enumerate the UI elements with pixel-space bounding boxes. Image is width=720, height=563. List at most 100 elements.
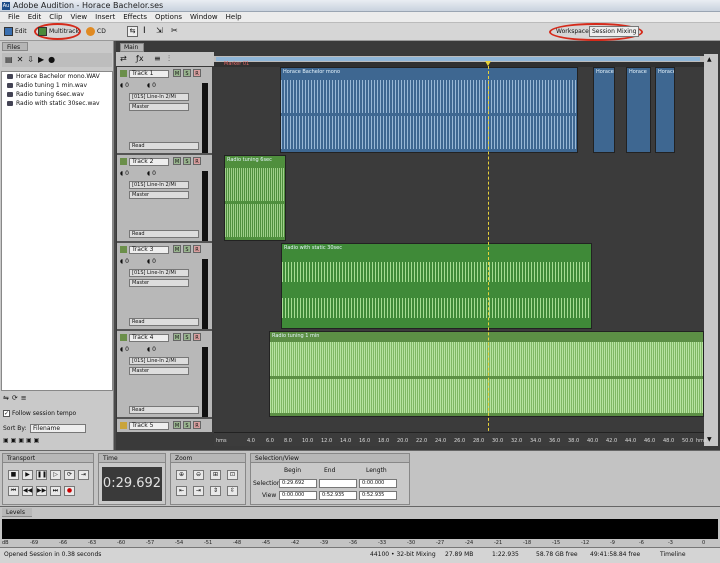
timeline-ruler[interactable]: hms 4.0 6.0 8.0 10.0 12.0 14.0 16.0 18.0… bbox=[214, 432, 707, 446]
list-icon[interactable]: ≡ bbox=[21, 394, 30, 402]
import-file-icon[interactable]: ▤ bbox=[5, 55, 17, 64]
volume-knob-icon[interactable]: ◖ 0 bbox=[120, 170, 129, 177]
sends-icon[interactable]: ≡ bbox=[154, 54, 161, 63]
selection-end-field[interactable] bbox=[319, 479, 357, 488]
track-3-name[interactable]: Track 3 bbox=[129, 246, 169, 254]
output-select[interactable]: Master bbox=[129, 103, 189, 111]
tab-files[interactable]: Files bbox=[2, 42, 28, 51]
mute-button[interactable]: M bbox=[173, 245, 181, 253]
close-file-icon[interactable]: ✕ bbox=[17, 55, 28, 64]
go-to-end-button[interactable]: ⏭ bbox=[50, 486, 61, 496]
selection-length-field[interactable]: 0:00.000 bbox=[359, 479, 397, 488]
play-icon[interactable]: ▶ bbox=[38, 55, 48, 64]
input-select[interactable]: [01S] Line-In 2/Mi bbox=[129, 181, 189, 189]
volume-knob-icon[interactable]: ◖ 0 bbox=[120, 346, 129, 353]
record-arm-button[interactable]: R bbox=[193, 421, 201, 429]
track-1-name[interactable]: Track 1 bbox=[129, 70, 169, 78]
menu-edit[interactable]: Edit bbox=[24, 12, 46, 22]
multitrack-view-button[interactable]: Multitrack bbox=[49, 26, 79, 38]
audio-clip[interactable]: Radio with static 30sec bbox=[281, 243, 592, 329]
tab-zoom[interactable]: Zoom bbox=[171, 454, 245, 463]
output-select[interactable]: Master bbox=[129, 367, 189, 375]
record-button[interactable]: ● bbox=[64, 486, 75, 496]
file-item[interactable]: Radio with static 30sec.wav bbox=[2, 99, 112, 108]
audio-clip[interactable]: Horace Bachelor mono bbox=[280, 67, 578, 153]
tab-selection-view[interactable]: Selection/View bbox=[251, 454, 409, 463]
rewind-button[interactable]: ◀◀ bbox=[22, 486, 33, 496]
automation-mode-select[interactable]: Read bbox=[129, 318, 199, 326]
pan-knob-icon[interactable]: ◖ 0 bbox=[147, 82, 156, 89]
zoom-right-edge-icon[interactable]: ⇥ bbox=[193, 486, 204, 496]
scrub-tool-icon[interactable]: ✂ bbox=[171, 26, 178, 35]
insert-icon[interactable]: ⇩ bbox=[27, 55, 38, 64]
output-select[interactable]: Master bbox=[129, 191, 189, 199]
solo-button[interactable]: S bbox=[183, 157, 191, 165]
pan-knob-icon[interactable]: ◖ 0 bbox=[147, 170, 156, 177]
solo-button[interactable]: S bbox=[183, 421, 191, 429]
view-end-field[interactable]: 0:52.935 bbox=[319, 491, 357, 500]
playhead[interactable] bbox=[488, 66, 489, 446]
automation-mode-select[interactable]: Read bbox=[129, 230, 199, 238]
move-tool-icon[interactable]: ⇆ bbox=[127, 26, 138, 37]
automation-mode-select[interactable]: Read bbox=[129, 406, 199, 414]
track-2-name[interactable]: Track 2 bbox=[129, 158, 169, 166]
record-arm-button[interactable]: R bbox=[193, 245, 201, 253]
zoom-full-icon[interactable]: ⊞ bbox=[210, 470, 221, 480]
go-to-start-button[interactable]: ⏮ bbox=[8, 486, 19, 496]
track-5-name[interactable]: Track 5 bbox=[129, 422, 169, 430]
stop-button[interactable]: ■ bbox=[8, 470, 19, 480]
zoom-selection-icon[interactable]: ⊡ bbox=[227, 470, 238, 480]
audio-clip[interactable]: Radio tuning 6sec bbox=[224, 155, 286, 241]
auto-play-icon[interactable]: ⇋ bbox=[3, 394, 12, 402]
play-button[interactable]: ▶ bbox=[22, 470, 33, 480]
view-length-field[interactable]: 0:52.935 bbox=[359, 491, 397, 500]
menu-file[interactable]: File bbox=[4, 12, 24, 22]
audio-clip[interactable]: Horace bbox=[655, 67, 675, 153]
hybrid-tool-icon[interactable]: ⇲ bbox=[156, 26, 163, 35]
time-selection-tool-icon[interactable]: I bbox=[143, 26, 146, 36]
effects-icon[interactable]: ƒx bbox=[136, 54, 144, 63]
file-item[interactable]: Radio tuning 1 min.wav bbox=[2, 81, 112, 90]
input-select[interactable]: [01S] Line-In 2/Mi bbox=[129, 357, 189, 365]
pause-button[interactable]: ❚❚ bbox=[36, 470, 47, 480]
overview-thumb[interactable] bbox=[216, 57, 700, 61]
cd-view-button[interactable]: CD bbox=[97, 26, 106, 38]
file-type-filters[interactable]: ▣▣▣▣▣ bbox=[3, 437, 41, 444]
vertical-scrollbar[interactable]: ▲ ▼ bbox=[704, 54, 718, 446]
pan-knob-icon[interactable]: ◖ 0 bbox=[147, 258, 156, 265]
menu-options[interactable]: Options bbox=[151, 12, 186, 22]
mute-button[interactable]: M bbox=[173, 69, 181, 77]
input-select[interactable]: [01S] Line-In 2/Mi bbox=[129, 269, 189, 277]
record-icon[interactable]: ● bbox=[48, 55, 59, 64]
loop-play-button[interactable]: ⟳ bbox=[64, 470, 75, 480]
file-item[interactable]: Horace Bachelor mono.WAV bbox=[2, 72, 112, 81]
menu-view[interactable]: View bbox=[67, 12, 92, 22]
menu-window[interactable]: Window bbox=[186, 12, 222, 22]
output-select[interactable]: Master bbox=[129, 279, 189, 287]
volume-knob-icon[interactable]: ◖ 0 bbox=[120, 82, 129, 89]
scroll-down-icon[interactable]: ▼ bbox=[707, 436, 712, 443]
record-arm-button[interactable]: R bbox=[193, 333, 201, 341]
mute-button[interactable]: M bbox=[173, 157, 181, 165]
menu-clip[interactable]: Clip bbox=[45, 12, 66, 22]
file-item[interactable]: Radio tuning 6sec.wav bbox=[2, 90, 112, 99]
audio-clip[interactable]: Horace bbox=[593, 67, 615, 153]
tab-time[interactable]: Time bbox=[99, 454, 165, 463]
record-arm-button[interactable]: R bbox=[193, 69, 201, 77]
volume-knob-icon[interactable]: ◖ 0 bbox=[120, 258, 129, 265]
tab-levels[interactable]: Levels bbox=[2, 508, 32, 517]
menu-insert[interactable]: Insert bbox=[91, 12, 119, 22]
solo-button[interactable]: S bbox=[183, 245, 191, 253]
zoom-out-horizontal-icon[interactable]: ⊖ bbox=[193, 470, 204, 480]
tab-transport[interactable]: Transport bbox=[3, 454, 93, 463]
edit-view-button[interactable]: Edit bbox=[15, 26, 27, 38]
fast-forward-button[interactable]: ▶▶ bbox=[36, 486, 47, 496]
play-from-cursor-button[interactable]: ▷ bbox=[50, 470, 61, 480]
zoom-in-horizontal-icon[interactable]: ⊕ bbox=[176, 470, 187, 480]
pan-knob-icon[interactable]: ◖ 0 bbox=[147, 346, 156, 353]
sort-by-select[interactable]: Filename bbox=[30, 424, 86, 433]
solo-button[interactable]: S bbox=[183, 69, 191, 77]
mute-button[interactable]: M bbox=[173, 421, 181, 429]
mute-button[interactable]: M bbox=[173, 333, 181, 341]
scroll-up-icon[interactable]: ▲ bbox=[707, 56, 712, 63]
